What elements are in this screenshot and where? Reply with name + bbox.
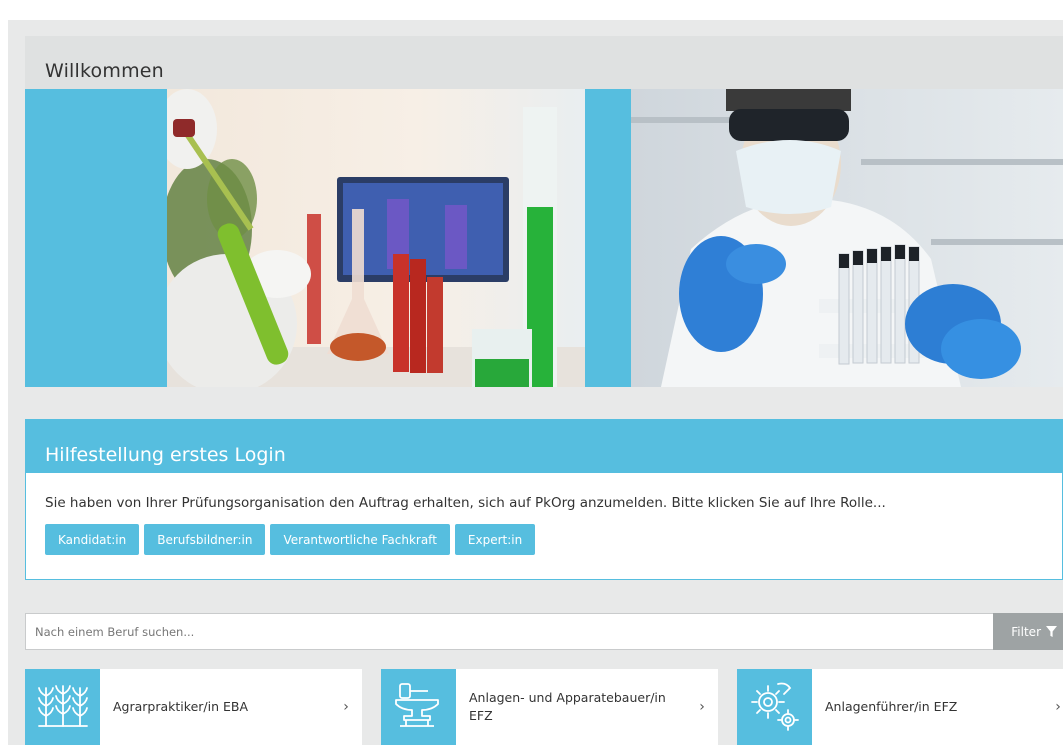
hero-banner	[25, 89, 1063, 387]
role-button-kandidat[interactable]: Kandidat:in	[45, 524, 140, 555]
left-strip	[0, 0, 8, 745]
profession-card-anlagenbauer[interactable]: Anlagen- und Apparatebauer/in EFZ ›	[381, 669, 718, 745]
help-title: Hilfestellung erstes Login	[26, 420, 1062, 473]
anvil-icon	[381, 669, 456, 745]
filter-icon	[1046, 626, 1057, 637]
profession-search: Filter	[25, 613, 1063, 650]
role-button-berufsbildner[interactable]: Berufsbildner:in	[144, 524, 266, 555]
profession-card-agrarpraktiker[interactable]: Agrarpraktiker/in EBA ›	[25, 669, 362, 745]
help-text: Sie haben von Ihrer Prüfungsorganisation…	[45, 495, 886, 511]
filter-button[interactable]: Filter	[993, 613, 1063, 650]
first-login-help-panel: Hilfestellung erstes Login Sie haben von…	[25, 419, 1063, 580]
role-buttons: Kandidat:in Berufsbildner:in Verantwortl…	[45, 524, 1062, 555]
gears-icon	[737, 669, 812, 745]
filter-label: Filter	[1011, 624, 1041, 639]
chevron-right-icon: ›	[1055, 699, 1061, 715]
welcome-title: Willkommen	[45, 60, 164, 82]
lab-photo-scientist	[631, 89, 1063, 387]
top-strip	[0, 0, 1063, 20]
profession-card-anlagenfuehrer[interactable]: Anlagenführer/in EFZ ›	[737, 669, 1063, 745]
search-input[interactable]	[25, 613, 993, 650]
profession-label: Anlagenführer/in EFZ	[825, 699, 958, 714]
profession-label: Agrarpraktiker/in EBA	[113, 699, 248, 714]
lab-photo-test-tubes	[167, 89, 585, 387]
welcome-panel: Willkommen	[25, 36, 1063, 387]
profession-label: Anlagen- und Apparatebauer/in EFZ	[469, 690, 666, 723]
role-button-expert[interactable]: Expert:in	[454, 524, 536, 555]
chevron-right-icon: ›	[699, 699, 705, 715]
wheat-icon	[25, 669, 100, 745]
chevron-right-icon: ›	[343, 699, 349, 715]
role-button-verantwortliche-fachkraft[interactable]: Verantwortliche Fachkraft	[270, 524, 450, 555]
